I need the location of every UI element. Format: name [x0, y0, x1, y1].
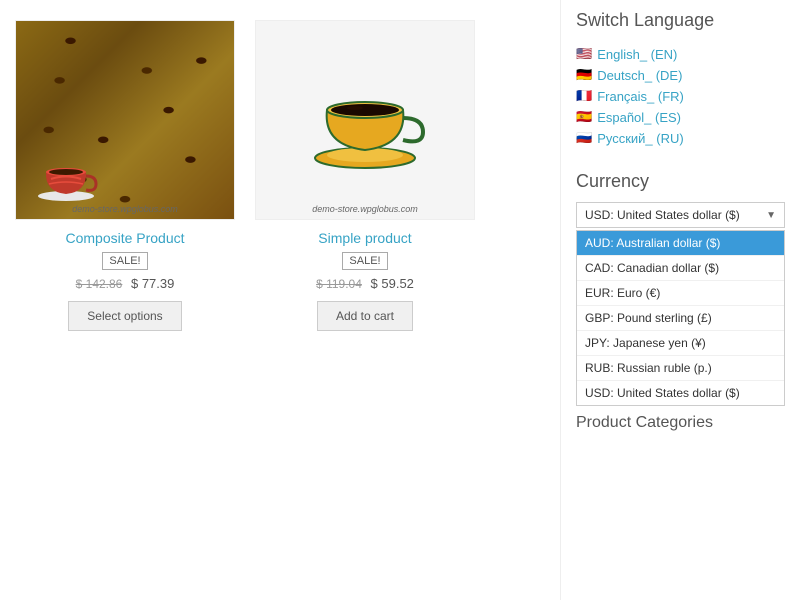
currency-option-rub[interactable]: RUB: Russian ruble (р.) — [577, 356, 784, 381]
currency-option-eur[interactable]: EUR: Euro (€) — [577, 281, 784, 306]
flag-fr: 🇫🇷 — [576, 88, 592, 104]
currency-option-gbp[interactable]: GBP: Pound sterling (£) — [577, 306, 784, 331]
currency-title: Currency — [576, 171, 785, 192]
price-new-1: $ 77.39 — [131, 276, 174, 291]
flag-ru: 🇷🇺 — [576, 130, 592, 146]
sale-badge-1: SALE! — [102, 252, 147, 270]
currency-option-cad[interactable]: CAD: Canadian dollar ($) — [577, 256, 784, 281]
flag-es: 🇪🇸 — [576, 109, 592, 125]
language-de[interactable]: 🇩🇪 Deutsch_ (DE) — [576, 67, 785, 83]
language-label-ru: Русский_ (RU) — [597, 131, 684, 146]
coffee-beans-bg — [16, 21, 234, 219]
currency-option-aud[interactable]: AUD: Australian dollar ($) — [577, 231, 784, 256]
chevron-down-icon: ▼ — [766, 210, 776, 221]
language-label-de: Deutsch_ (DE) — [597, 68, 682, 83]
product-card-1: demo-store.wpglobus.com Composite Produc… — [15, 20, 235, 331]
select-options-button[interactable]: Select options — [68, 301, 181, 331]
product-image-2: demo-store.wpglobus.com — [255, 20, 475, 220]
price-old-2: $ 119.04 — [316, 277, 362, 291]
watermark-2: demo-store.wpglobus.com — [312, 204, 418, 214]
currency-selected-label: USD: United States dollar ($) — [585, 208, 740, 222]
flag-en: 🇺🇸 — [576, 46, 592, 62]
language-label-es: Español_ (ES) — [597, 110, 681, 125]
currency-dropdown-menu: AUD: Australian dollar ($) CAD: Canadian… — [576, 230, 785, 406]
currency-option-usd[interactable]: USD: United States dollar ($) — [577, 381, 784, 405]
product-image-1: demo-store.wpglobus.com — [15, 20, 235, 220]
language-es[interactable]: 🇪🇸 Español_ (ES) — [576, 109, 785, 125]
price-area-2: $ 119.04 $ 59.52 — [316, 276, 414, 291]
cup-bg — [256, 21, 474, 219]
flag-de: 🇩🇪 — [576, 67, 592, 83]
price-old-1: $ 142.86 — [76, 277, 123, 291]
language-label-fr: Français_ (FR) — [597, 89, 684, 104]
sidebar: Switch Language 🇺🇸 English_ (EN) 🇩🇪 Deut… — [560, 0, 800, 600]
red-cup-image — [31, 144, 101, 204]
language-ru[interactable]: 🇷🇺 Русский_ (RU) — [576, 130, 785, 146]
add-to-cart-button[interactable]: Add to cart — [317, 301, 413, 331]
watermark-1: demo-store.wpglobus.com — [72, 204, 178, 214]
main-content: demo-store.wpglobus.com Composite Produc… — [0, 0, 560, 600]
language-list: 🇺🇸 English_ (EN) 🇩🇪 Deutsch_ (DE) 🇫🇷 Fra… — [576, 46, 785, 146]
language-fr[interactable]: 🇫🇷 Français_ (FR) — [576, 88, 785, 104]
products-grid: demo-store.wpglobus.com Composite Produc… — [15, 20, 545, 331]
coffee-cup-image — [295, 50, 435, 190]
product-title-2[interactable]: Simple product — [318, 230, 411, 246]
language-label-en: English_ (EN) — [597, 47, 677, 62]
product-categories-title: Product Categories — [576, 414, 785, 432]
switch-language-title: Switch Language — [576, 10, 785, 31]
price-new-2: $ 59.52 — [371, 276, 414, 291]
product-card-2: demo-store.wpglobus.com Simple product S… — [255, 20, 475, 331]
currency-dropdown-trigger[interactable]: USD: United States dollar ($) ▼ — [576, 202, 785, 228]
product-title-1[interactable]: Composite Product — [65, 230, 184, 246]
currency-option-jpy[interactable]: JPY: Japanese yen (¥) — [577, 331, 784, 356]
language-en[interactable]: 🇺🇸 English_ (EN) — [576, 46, 785, 62]
sale-badge-2: SALE! — [342, 252, 387, 270]
price-area-1: $ 142.86 $ 77.39 — [76, 276, 175, 291]
